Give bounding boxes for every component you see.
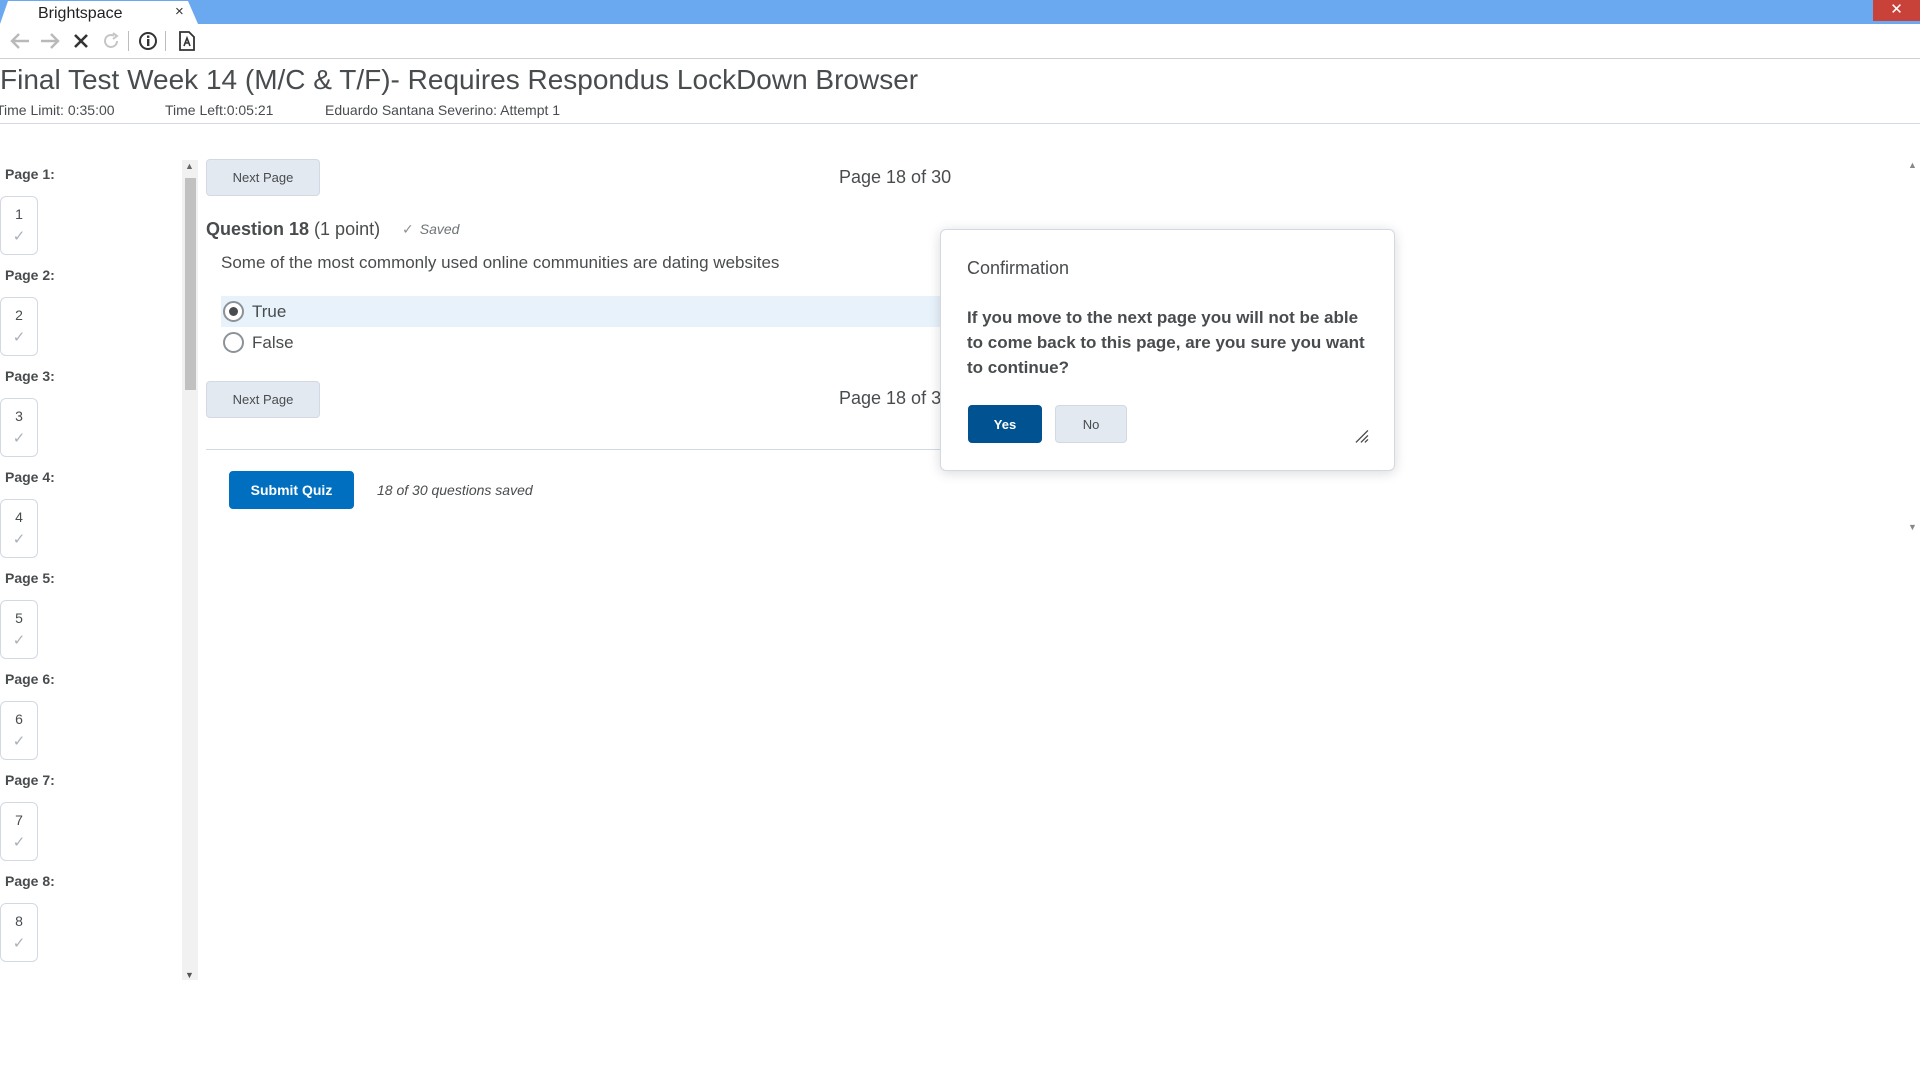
- next-page-button-bottom[interactable]: Next Page: [206, 381, 320, 418]
- reload-icon[interactable]: [98, 28, 124, 54]
- resize-handle-icon[interactable]: [1352, 427, 1374, 449]
- question-title: Question 18: [206, 219, 310, 239]
- radio-button[interactable]: [223, 332, 244, 353]
- scrollbar-thumb[interactable]: [185, 178, 196, 390]
- page-label: Page 8:: [5, 873, 55, 889]
- navigation-scrollbar[interactable]: ▲ ▼: [182, 160, 198, 980]
- question-nav-button-7[interactable]: 7 ✓: [0, 802, 38, 861]
- forward-arrow-icon[interactable]: [37, 28, 63, 54]
- checkmark-icon: ✓: [12, 228, 26, 245]
- answer-option-label: False: [252, 332, 294, 352]
- checkmark-icon: ✓: [12, 329, 26, 346]
- document-lock-icon[interactable]: [174, 28, 200, 54]
- content-scrollbar[interactable]: ▲ ▼: [1906, 160, 1920, 532]
- back-arrow-icon[interactable]: [7, 28, 33, 54]
- question-nav-number: 8: [15, 913, 23, 929]
- question-nav-number: 4: [15, 509, 23, 525]
- question-nav-number: 7: [15, 812, 23, 828]
- question-nav-number: 5: [15, 610, 23, 626]
- question-nav-number: 1: [15, 206, 23, 222]
- confirmation-dialog: Confirmation If you move to the next pag…: [940, 229, 1395, 471]
- checkmark-icon: ✓: [402, 221, 414, 237]
- quiz-header: Final Test Week 14 (M/C & T/F)- Requires…: [0, 60, 1920, 124]
- saved-count: 18 of 30 questions saved: [377, 482, 533, 498]
- tab-title: Brightspace: [38, 5, 123, 22]
- question-nav-button-3[interactable]: 3 ✓: [0, 398, 38, 457]
- toolbar-divider: [128, 31, 129, 51]
- yes-button[interactable]: Yes: [968, 405, 1042, 443]
- scroll-down-arrow-icon[interactable]: ▼: [185, 970, 194, 980]
- question-nav-button-6[interactable]: 6 ✓: [0, 701, 38, 760]
- question-nav-number: 3: [15, 408, 23, 424]
- page-label: Page 6:: [5, 671, 55, 687]
- info-icon[interactable]: [135, 28, 161, 54]
- browser-tab[interactable]: Brightspace ×: [0, 1, 198, 24]
- radio-button-selected[interactable]: [223, 301, 244, 322]
- time-left: Time Left:0:05:21: [165, 102, 274, 118]
- toolbar-divider: [165, 31, 166, 51]
- page-label: Page 2:: [5, 267, 55, 283]
- saved-label: Saved: [419, 221, 460, 237]
- stop-icon[interactable]: [68, 28, 94, 54]
- page-indicator-bottom: Page 18 of 30: [839, 388, 952, 408]
- scroll-up-arrow-icon[interactable]: ▲: [185, 161, 194, 171]
- checkmark-icon: ✓: [12, 531, 26, 548]
- question-nav-button-2[interactable]: 2 ✓: [0, 297, 38, 356]
- page-label: Page 5:: [5, 570, 55, 586]
- checkmark-icon: ✓: [12, 632, 26, 649]
- page-label: Page 3:: [5, 368, 55, 384]
- attempt-info: Eduardo Santana Severino: Attempt 1: [325, 102, 561, 118]
- time-limit: Time Limit: 0:35:00: [0, 102, 115, 118]
- saved-status: ✓ Saved: [402, 221, 459, 238]
- next-page-button-top[interactable]: Next Page: [206, 159, 320, 196]
- answer-option-true[interactable]: True: [221, 296, 941, 327]
- quiz-title: Final Test Week 14 (M/C & T/F)- Requires…: [0, 64, 919, 95]
- content-divider: [206, 449, 941, 450]
- page-label: Page 4:: [5, 469, 55, 485]
- scroll-down-arrow-icon[interactable]: ▼: [1908, 522, 1917, 532]
- question-nav-button-4[interactable]: 4 ✓: [0, 499, 38, 558]
- question-nav-button-5[interactable]: 5 ✓: [0, 600, 38, 659]
- question-points: (1 point): [314, 219, 381, 239]
- page-label: Page 1:: [5, 166, 55, 182]
- page-indicator-top: Page 18 of 30: [839, 167, 952, 187]
- browser-toolbar: [0, 24, 1920, 59]
- dialog-title: Confirmation: [967, 258, 1070, 278]
- answer-option-label: True: [252, 301, 287, 321]
- checkmark-icon: ✓: [12, 430, 26, 447]
- tab-close-icon[interactable]: ×: [175, 3, 184, 20]
- window-close-button[interactable]: ✕: [1873, 0, 1920, 21]
- question-nav-button-8[interactable]: 8 ✓: [0, 903, 38, 962]
- question-navigation: Page 1: 1 ✓ Page 2: 2 ✓ Page 3: 3 ✓ Page 4:…: [0, 160, 182, 980]
- answer-option-false[interactable]: False: [221, 327, 941, 358]
- dialog-message: If you move to the next page you will no…: [967, 308, 1365, 377]
- scroll-up-arrow-icon[interactable]: ▲: [1908, 160, 1917, 170]
- checkmark-icon: ✓: [12, 733, 26, 750]
- checkmark-icon: ✓: [12, 935, 26, 952]
- no-button[interactable]: No: [1055, 405, 1127, 443]
- question-nav-number: 6: [15, 711, 23, 727]
- question-text: Some of the most commonly used online co…: [221, 253, 780, 272]
- page-label: Page 7:: [5, 772, 55, 788]
- submit-quiz-button[interactable]: Submit Quiz: [229, 471, 354, 509]
- browser-titlebar: Brightspace × ✕: [0, 0, 1920, 24]
- checkmark-icon: ✓: [12, 834, 26, 851]
- question-heading: Question 18 (1 point): [206, 219, 380, 240]
- question-nav-number: 2: [15, 307, 23, 323]
- question-nav-button-1[interactable]: 1 ✓: [0, 196, 38, 255]
